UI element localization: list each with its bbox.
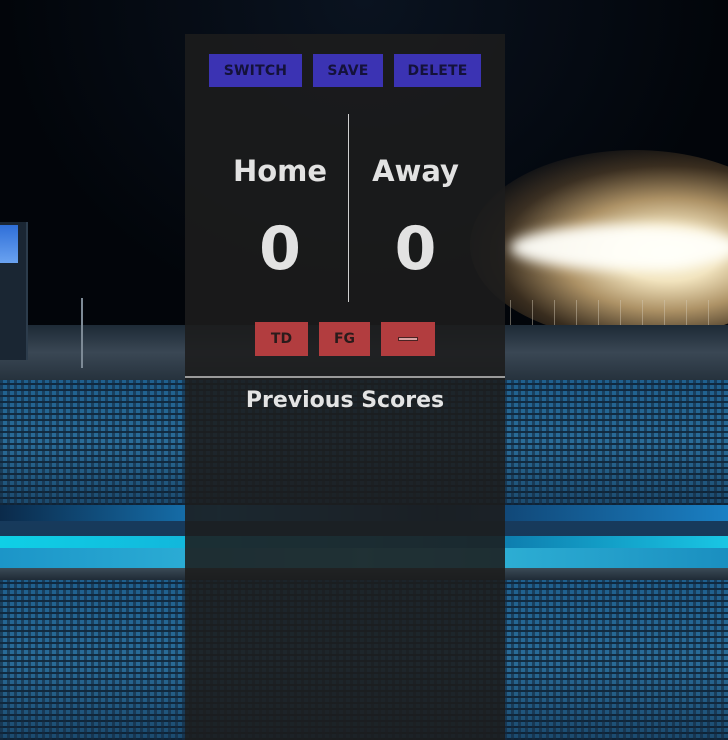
away-team-score: 0 bbox=[394, 214, 437, 284]
home-team-name: Home bbox=[232, 154, 328, 188]
light-pole bbox=[81, 298, 83, 368]
video-board-screen bbox=[0, 225, 18, 263]
score-actions: TD FG bbox=[185, 322, 505, 356]
home-team: Home 0 bbox=[210, 114, 350, 302]
previous-scores-title: Previous Scores bbox=[245, 388, 445, 413]
touchdown-button[interactable]: TD bbox=[255, 322, 308, 356]
home-team-score: 0 bbox=[259, 214, 301, 284]
subtract-score-button[interactable] bbox=[381, 322, 435, 356]
section-divider bbox=[185, 376, 505, 378]
away-team: Away 0 bbox=[348, 114, 483, 302]
save-button[interactable]: SAVE bbox=[313, 54, 383, 87]
teams-scoreboard: Home 0 Away 0 bbox=[185, 114, 505, 302]
delete-button[interactable]: DELETE bbox=[394, 54, 481, 87]
previous-scores-list bbox=[185, 424, 505, 724]
away-team-name: Away bbox=[372, 154, 459, 188]
minus-icon bbox=[398, 337, 418, 341]
stadium-lights-core bbox=[510, 225, 728, 270]
toolbar: SWITCH SAVE DELETE bbox=[185, 54, 505, 87]
scoreboard-panel: SWITCH SAVE DELETE Home 0 Away 0 TD FG P… bbox=[185, 34, 505, 740]
field-goal-button[interactable]: FG bbox=[319, 322, 370, 356]
video-board bbox=[0, 222, 28, 360]
switch-button[interactable]: SWITCH bbox=[209, 54, 302, 87]
